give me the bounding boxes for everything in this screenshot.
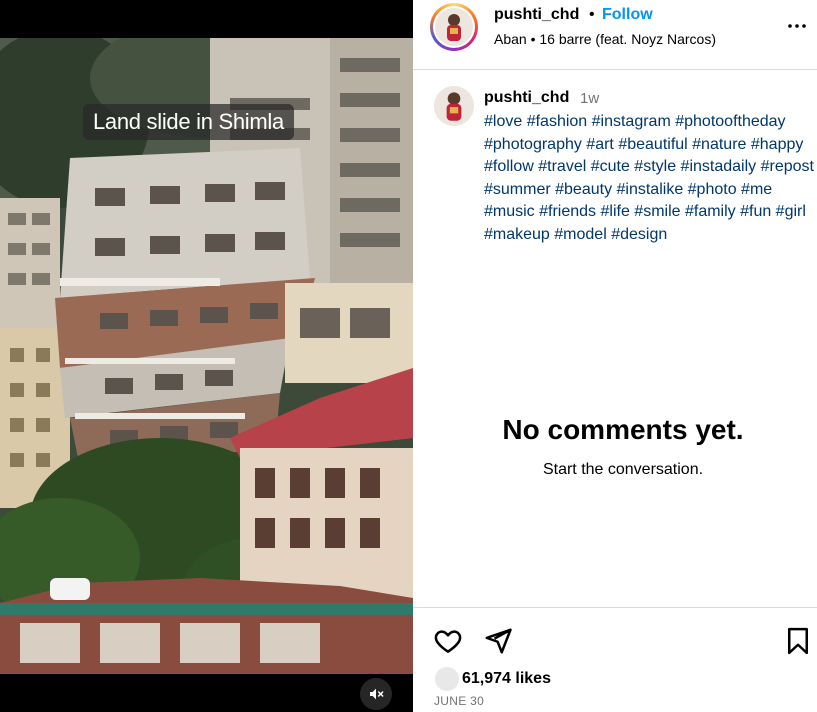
post-actions: 61,974 likes JUNE 30 xyxy=(413,607,817,712)
author-username[interactable]: pushti_chd xyxy=(494,6,579,24)
author-avatar[interactable] xyxy=(430,3,478,51)
no-comments-subtitle: Start the conversation. xyxy=(542,461,704,478)
video-overlay-caption: Land slide in Shimla xyxy=(83,104,294,140)
send-icon[interactable] xyxy=(483,626,513,656)
separator-dot: • xyxy=(589,6,595,23)
post-details-panel: pushti_chd • Follow Aban • 16 barre (fea… xyxy=(413,0,817,712)
post-media[interactable]: Land slide in Shimla xyxy=(0,0,413,712)
liker-avatar[interactable] xyxy=(435,667,459,691)
follow-button[interactable]: Follow xyxy=(602,6,653,24)
video-frame[interactable]: Land slide in Shimla xyxy=(0,38,413,674)
post-date[interactable]: JUNE 30 xyxy=(434,694,484,708)
speaker-muted-icon xyxy=(370,688,384,700)
caption-timestamp[interactable]: 1w xyxy=(580,90,599,107)
caption-username[interactable]: pushti_chd xyxy=(484,89,569,107)
caption-hashtags[interactable]: #love #fashion #instagram #photooftheday… xyxy=(484,111,817,247)
audio-track-link[interactable]: Aban • 16 barre (feat. Noyz Narcos) xyxy=(494,31,716,47)
avatar-image xyxy=(434,86,474,126)
mute-button[interactable] xyxy=(360,678,392,710)
likes-count[interactable]: 61,974 likes xyxy=(462,670,551,688)
no-comments-title: No comments yet. xyxy=(502,414,744,445)
post-header: pushti_chd • Follow Aban • 16 barre (fea… xyxy=(413,0,817,70)
bookmark-icon[interactable] xyxy=(783,626,813,656)
avatar-image xyxy=(435,8,473,46)
more-horizontal-icon[interactable] xyxy=(785,14,809,38)
caption-avatar[interactable] xyxy=(434,86,474,126)
heart-icon[interactable] xyxy=(433,626,463,656)
